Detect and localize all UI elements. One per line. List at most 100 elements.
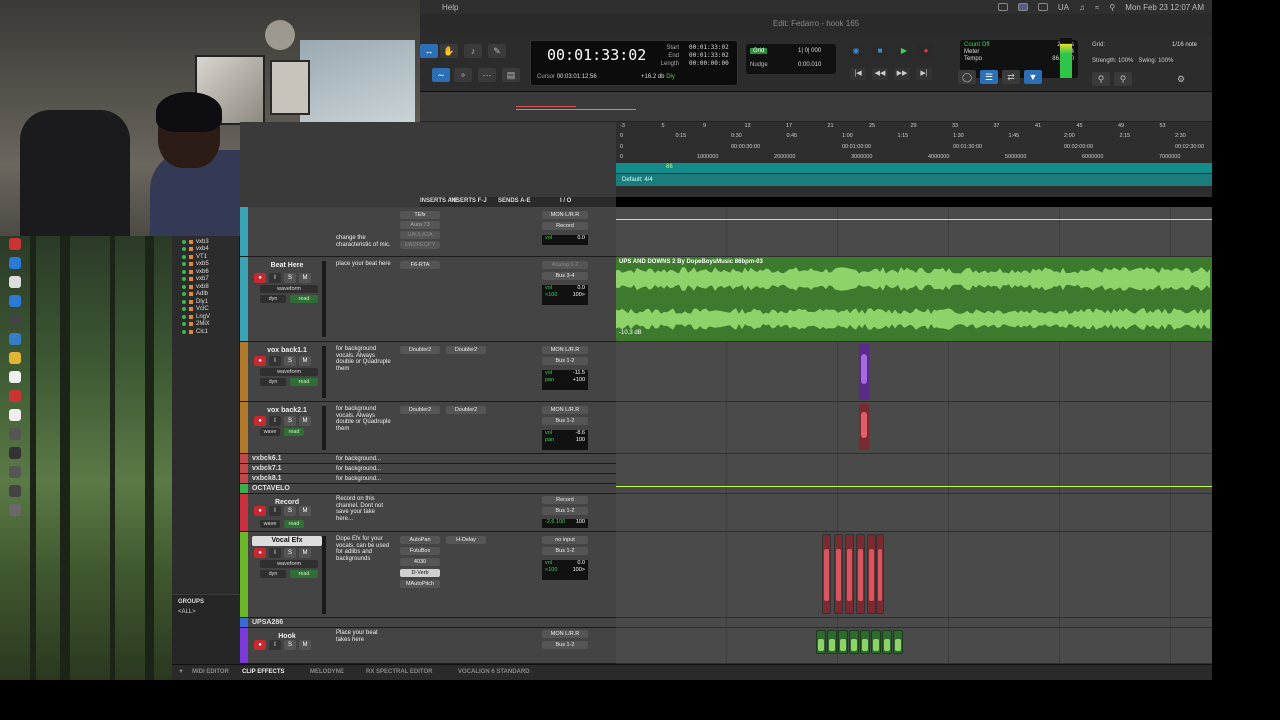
audio-clip[interactable]: [871, 630, 881, 654]
audio-clip[interactable]: [838, 630, 848, 654]
side-track-item[interactable]: vxb3: [182, 238, 209, 245]
pencil-tool-icon[interactable]: ✎: [488, 44, 506, 58]
scrubber-tool-icon[interactable]: ♪: [464, 44, 482, 58]
track-name[interactable]: vxbck6.1: [252, 455, 282, 462]
online-icon[interactable]: ◉: [848, 44, 864, 58]
dock-app-icon[interactable]: [9, 409, 21, 421]
track-active-icon[interactable]: [182, 262, 186, 266]
minsec-ruler[interactable]: 0 0:15 0:30 0:45 1:00 1:15 1:30 1:45 2:00 2:15 2:3…: [616, 132, 1212, 142]
mute-button[interactable]: M: [299, 548, 311, 558]
track-row[interactable]: Record ● I S M wave read Record on this …: [240, 494, 616, 532]
insert-slot[interactable]: MAutoPitch: [400, 580, 440, 588]
fast-forward-button[interactable]: ▶▶: [894, 68, 910, 80]
input-monitor-button[interactable]: I: [269, 548, 281, 558]
dock-app-icon[interactable]: [9, 295, 21, 307]
track-comment[interactable]: for background...: [336, 456, 392, 463]
input-monitor-button[interactable]: I: [269, 506, 281, 516]
track-row[interactable]: Beat Here ● I S M waveform dyn read plac…: [240, 257, 616, 342]
track-comment[interactable]: for background...: [336, 476, 392, 483]
audio-clip[interactable]: [876, 534, 884, 614]
side-track-item[interactable]: vxb6: [182, 268, 209, 275]
samples-ruler[interactable]: 0 1000000 2000000 3000000 4000000 5000000 6000…: [616, 153, 1212, 163]
metronome-icon[interactable]: ▼: [1024, 70, 1042, 84]
playlist-selector[interactable]: dyn: [260, 295, 286, 303]
dock-app-icon[interactable]: [9, 447, 21, 459]
side-track-item[interactable]: vxb4: [182, 246, 209, 253]
track-row[interactable]: OCTAVELO: [240, 484, 616, 494]
track-row[interactable]: vxbck6.1 for background...: [240, 454, 616, 464]
input-selector[interactable]: MON L/R.R: [542, 346, 588, 354]
track-row[interactable]: UPSA286: [240, 618, 616, 628]
playlist-selector[interactable]: dyn: [260, 570, 286, 578]
track-row[interactable]: vox back2.1 ● I S M wave read for backgr…: [240, 402, 616, 454]
gear-icon[interactable]: ⚙: [1172, 72, 1190, 86]
timeline-row[interactable]: [616, 618, 1212, 628]
output-selector[interactable]: Bus 1-2: [542, 417, 588, 425]
track-name[interactable]: Beat Here: [252, 261, 322, 271]
main-counter[interactable]: 00:01:33:02 Start End Length 00:01:33:02…: [530, 40, 738, 86]
volume-pan-readout[interactable]: vol -8.6 pan 100: [542, 430, 588, 450]
side-track-item[interactable]: 2MiX: [182, 321, 210, 328]
rewind-to-start-button[interactable]: |◀: [850, 68, 866, 80]
tab-melodyne[interactable]: MELODYNE: [310, 669, 344, 675]
mute-button[interactable]: M: [299, 273, 311, 283]
track-name[interactable]: UPSA286: [252, 619, 283, 626]
track-row[interactable]: vxbck7.1 for background...: [240, 464, 616, 474]
track-row[interactable]: vox back1.1 ● I S M waveform dyn read fo…: [240, 342, 616, 402]
volume-pan-readout[interactable]: vol 0.0 <100 100>: [542, 285, 588, 305]
track-comment[interactable]: for background...: [336, 466, 392, 473]
insert-slot[interactable]: Doubler2: [446, 406, 486, 414]
meter-label[interactable]: Meter: [964, 49, 990, 56]
link-icon[interactable]: ⋯: [478, 68, 496, 82]
volume-automation-line[interactable]: [616, 486, 1212, 487]
bars-ruler[interactable]: -3 5 9 13 17 21 25 29 33 37 41 45 49 53: [616, 122, 1212, 132]
track-comment[interactable]: Record on this channel. Dont not save yo…: [336, 496, 392, 522]
dock-app-icon[interactable]: [9, 466, 21, 478]
safari-icon[interactable]: [9, 371, 21, 383]
menubar-clock[interactable]: Mon Feb 23 12:07 AM: [1125, 3, 1204, 12]
side-track-item[interactable]: vxb5: [182, 261, 209, 268]
track-name[interactable]: vox back2.1: [252, 406, 322, 416]
track-row[interactable]: Hook ● I S M Place your beat takes here …: [240, 628, 616, 664]
grid-note-value[interactable]: 1/16 note: [1172, 42, 1197, 48]
track-comment[interactable]: Place your beat takes here: [336, 630, 392, 643]
tray-app-icon[interactable]: [997, 3, 1008, 11]
track-view-selector[interactable]: waveform: [260, 368, 318, 376]
solo-button[interactable]: S: [284, 506, 296, 516]
input-selector[interactable]: Record: [542, 496, 588, 504]
volume-icon[interactable]: ♫: [1079, 3, 1085, 12]
tab-rx-spectral-editor[interactable]: RX SPECTRAL EDITOR: [366, 669, 432, 675]
output-selector[interactable]: Bus 1-2: [542, 507, 588, 515]
volume-pan-readout[interactable]: vol -11.5 pan +100: [542, 370, 588, 390]
timeline-row[interactable]: [616, 402, 1212, 454]
audio-clip[interactable]: [827, 630, 837, 654]
solo-button[interactable]: S: [284, 640, 296, 650]
side-track-item[interactable]: VT1: [182, 253, 207, 260]
track-view-selector[interactable]: wave: [260, 520, 280, 528]
midi-merge-icon[interactable]: ☰: [980, 70, 998, 84]
track-comment[interactable]: Dope Efx for your vocals. can be used fo…: [336, 536, 392, 562]
track-active-icon[interactable]: [182, 307, 186, 311]
tab-clip-effects[interactable]: CLIP EFFECTS: [242, 669, 285, 675]
loop-icon[interactable]: ◯: [958, 70, 976, 84]
punch-icon[interactable]: ⇄: [1002, 70, 1020, 84]
audio-clip[interactable]: UPS AND DOWNS 2 By DopeBoysMusic 86bpm-0…: [616, 257, 1212, 341]
insert-slot[interactable]: Doubler2: [400, 346, 440, 354]
dock-app-icon[interactable]: [9, 257, 21, 269]
insert-slot[interactable]: FutuBox: [400, 547, 440, 555]
audio-clip[interactable]: [834, 534, 843, 614]
search-icon[interactable]: ⚲: [1092, 72, 1110, 86]
track-comment[interactable]: place your beat here: [336, 261, 392, 268]
insert-slot[interactable]: Doubler2: [446, 346, 486, 354]
audio-clip[interactable]: [860, 630, 870, 654]
edit-mode-icon[interactable]: ⚬: [454, 68, 472, 82]
insert-slot[interactable]: 4030: [400, 558, 440, 566]
automation-mode[interactable]: read: [290, 378, 318, 386]
input-monitor-button[interactable]: I: [269, 640, 281, 650]
mute-button[interactable]: M: [299, 416, 311, 426]
zoom-tool-icon[interactable]: ↔: [420, 44, 438, 58]
track-active-icon[interactable]: [182, 247, 186, 251]
audio-clip[interactable]: [856, 534, 865, 614]
timeline-row[interactable]: [616, 494, 1212, 532]
collapse-icon[interactable]: ▼: [178, 669, 184, 675]
